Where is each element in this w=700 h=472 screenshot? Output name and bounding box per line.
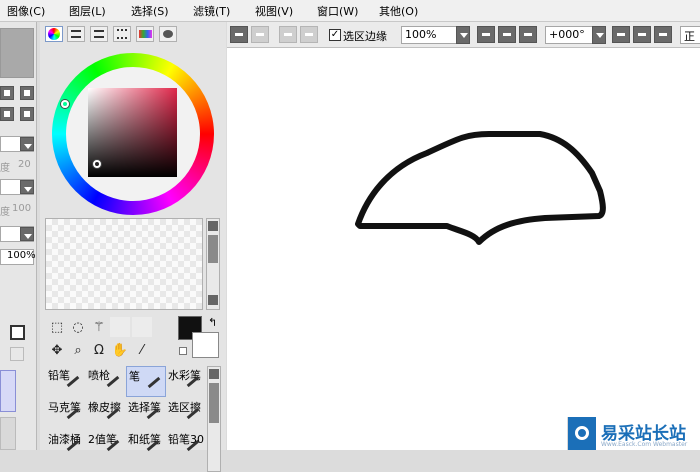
brush-watercolor[interactable]: 水彩笔 <box>166 366 206 397</box>
scratchpad-area[interactable] <box>45 218 203 310</box>
navigator-preview[interactable] <box>0 28 34 78</box>
reset-colors-icon[interactable] <box>179 347 187 355</box>
rotation-select[interactable]: +000° <box>545 26 593 44</box>
drawn-stroke <box>355 131 606 245</box>
scroll-up-icon[interactable] <box>208 221 218 231</box>
lasso-icon[interactable]: ◌ <box>68 317 88 337</box>
color-list-tab-icon[interactable] <box>113 26 131 42</box>
undo-icon[interactable] <box>230 26 248 43</box>
zoom-select[interactable]: 100% <box>401 26 457 44</box>
rotation-dropdown-icon[interactable] <box>592 26 606 44</box>
density-value: 20 <box>18 159 31 170</box>
move-icon[interactable]: ✥ <box>47 340 67 360</box>
rotate-cw-icon[interactable] <box>633 26 651 43</box>
brush-pencil[interactable]: 铅笔 <box>46 366 86 397</box>
empty-tool-slot <box>110 317 130 337</box>
density-label: 度 <box>0 163 10 174</box>
rgb-slider-tab-icon[interactable] <box>67 26 85 42</box>
scroll-thumb[interactable] <box>209 383 219 423</box>
rotate-view-icon[interactable]: Ω <box>89 340 109 360</box>
zoom-button[interactable] <box>20 86 34 100</box>
brush-binary-pen[interactable]: 2值笔 <box>86 430 126 461</box>
hsv-slider-tab-icon[interactable] <box>90 26 108 42</box>
layer-item-selected[interactable] <box>0 370 16 412</box>
brush-bucket[interactable]: 油漆桶 <box>46 430 86 461</box>
menu-select[interactable]: 选择(S) <box>131 3 169 19</box>
eyedropper-icon[interactable]: ⁄ <box>132 340 152 360</box>
strength-value: 100 <box>12 203 32 214</box>
scratchpad-scrollbar[interactable] <box>206 218 220 310</box>
color-wheel-tab-icon[interactable] <box>45 26 63 42</box>
hue-marker[interactable] <box>61 100 69 108</box>
brush-eraser[interactable]: 橡皮擦 <box>86 398 126 429</box>
blend-mode-select[interactable] <box>0 136 34 152</box>
menu-image[interactable]: 图像(C) <box>7 3 45 19</box>
layer-opacity-field[interactable]: 100% <box>0 249 36 265</box>
brush-pencil-30[interactable]: 铅笔30 <box>166 430 206 461</box>
background-color-swatch[interactable] <box>192 332 219 358</box>
brush-pen[interactable]: 笔 <box>126 366 166 397</box>
sv-marker[interactable] <box>93 160 101 168</box>
empty-tool-slot <box>132 317 152 337</box>
zoom-icon[interactable]: ⌕ <box>68 340 88 360</box>
deselect-icon[interactable] <box>279 26 297 43</box>
rect-select-icon[interactable]: ⬚ <box>47 317 67 337</box>
navigator-panel: 度 20 度 100 100% <box>0 22 37 450</box>
brush-washi-pen[interactable]: 和纸笔 <box>126 430 166 461</box>
watermark-subtext: Www.Easck.Com Webmaster <box>601 441 688 448</box>
swap-colors-icon[interactable]: ↰ <box>208 316 217 329</box>
new-layer-icon[interactable] <box>10 325 25 340</box>
color-tool-panel: ⬚ ◌ ⚚ ✥ ⌕ Ω ✋ ⁄ ↰ 铅笔 喷枪 笔 水彩笔 马克笔 橡皮擦 选择… <box>40 22 226 472</box>
brush-select-eraser[interactable]: 选区擦 <box>166 398 206 429</box>
canvas-toolbar: ✓ 选区边缘 100% +000° 正 <box>227 22 700 48</box>
menu-view[interactable]: 视图(V) <box>255 3 293 19</box>
brush-scrollbar[interactable] <box>207 366 221 472</box>
layer-item[interactable] <box>0 417 16 450</box>
scroll-down-icon[interactable] <box>208 295 218 305</box>
zoom-out-icon[interactable] <box>477 26 495 43</box>
reset-zoom-icon[interactable] <box>519 26 537 43</box>
menu-bar: 图像(C) 图层(L) 选择(S) 滤镜(T) 视图(V) 窗口(W) 其他(O… <box>0 0 700 22</box>
watermark: 易采站长站 Www.Easck.Com Webmaster <box>567 417 700 450</box>
magic-wand-icon[interactable]: ⚚ <box>89 317 109 337</box>
rotate-button[interactable] <box>20 107 34 121</box>
saturation-value-square[interactable] <box>88 88 177 177</box>
scroll-up-icon[interactable] <box>209 369 219 379</box>
layer-mode-select[interactable] <box>0 226 34 242</box>
drawing-canvas[interactable] <box>227 48 700 450</box>
selection-edge-label: 选区边缘 <box>343 30 387 43</box>
brush-select-pen[interactable]: 选择笔 <box>126 398 166 429</box>
redo-icon[interactable] <box>251 26 269 43</box>
selection-edge-checkbox[interactable]: ✓ <box>329 29 341 41</box>
menu-window[interactable]: 窗口(W) <box>317 3 358 19</box>
menu-layer[interactable]: 图层(L) <box>69 3 106 19</box>
brush-marker[interactable]: 马克笔 <box>46 398 86 429</box>
watermark-logo-icon <box>568 417 596 450</box>
scroll-thumb[interactable] <box>208 235 218 263</box>
invert-selection-icon[interactable] <box>300 26 318 43</box>
menu-filter[interactable]: 滤镜(T) <box>193 3 230 19</box>
strength-label: 度 <box>0 207 10 218</box>
scratchpad-tab-icon[interactable] <box>159 26 177 42</box>
brush-airbrush[interactable]: 喷枪 <box>86 366 126 397</box>
menu-other[interactable]: 其他(O) <box>379 3 418 19</box>
view-mode-select[interactable]: 正 <box>680 26 700 44</box>
copy-layer-icon[interactable] <box>10 347 24 361</box>
zoom-dropdown-icon[interactable] <box>456 26 470 44</box>
zoom-fit-button[interactable] <box>0 107 14 121</box>
opacity-select[interactable] <box>0 179 34 195</box>
swatch-tab-icon[interactable] <box>136 26 154 42</box>
hand-icon[interactable]: ✋ <box>110 340 130 360</box>
zoom-in-button[interactable] <box>0 86 14 100</box>
zoom-in-icon[interactable] <box>498 26 516 43</box>
reset-rotation-icon[interactable] <box>654 26 672 43</box>
rotate-ccw-icon[interactable] <box>612 26 630 43</box>
